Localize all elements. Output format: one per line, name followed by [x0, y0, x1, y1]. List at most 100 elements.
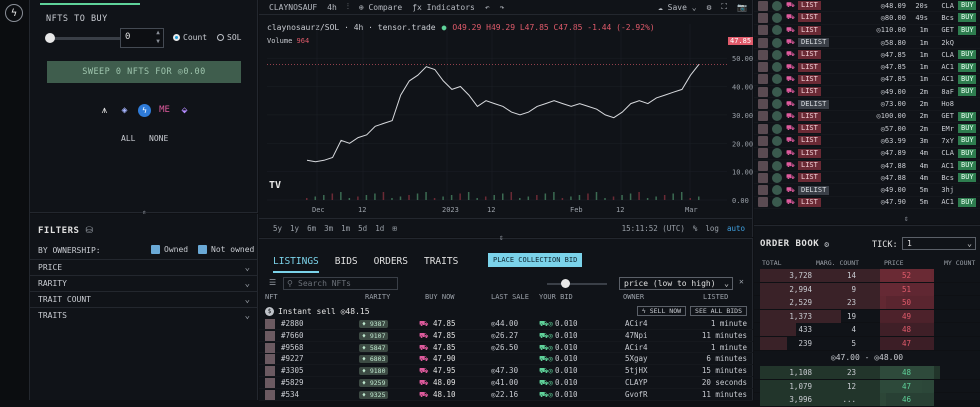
orderbook-ask-row[interactable]: 2,529 23 50: [754, 296, 980, 310]
mode-sol-radio[interactable]: SOL: [217, 33, 241, 42]
your-bid[interactable]: 0.010: [555, 319, 578, 328]
listing-row[interactable]: #9227 ♦ 6803 ⛟ 47.90 ⛟◎ 0.010 5Xgay 6 minutes: [259, 353, 753, 366]
buy-now-price[interactable]: 48.10: [433, 390, 456, 399]
feed-row[interactable]: ⛟ LIST ◎63.99 3m 7xY BUY: [754, 135, 980, 148]
orderbook-bid-row[interactable]: 1,108 23 48: [754, 366, 980, 380]
listing-row[interactable]: #9568 ♦ 5847 ⛟ 47.85 ◎26.50 ⛟◎ 0.010 ACir4 1 min…: [259, 342, 753, 354]
feed-row[interactable]: ⛟ LIST ◎47.85 1m AC1 BUY: [754, 61, 980, 74]
not-owned-checkbox[interactable]: Not owned: [198, 245, 254, 254]
orderbook-ask-row[interactable]: 239 5 47: [754, 336, 980, 351]
search-input[interactable]: ⚲ Search NFTs: [283, 277, 398, 290]
column-header-listed[interactable]: LISTED: [703, 293, 728, 301]
range-1y-button[interactable]: 1y: [290, 224, 299, 233]
sell-now-button[interactable]: ϟ SELL NOW: [636, 306, 687, 316]
buy-button[interactable]: BUY: [958, 1, 976, 11]
your-bid[interactable]: 0.010: [555, 378, 578, 387]
your-bid[interactable]: 0.010: [555, 390, 578, 399]
listing-row[interactable]: #534 ♦ 9325 ⛟ 48.10 ◎22.16 ⛟◎ 0.010 GvofR 11 min…: [259, 389, 753, 401]
owner[interactable]: 47Npi: [625, 331, 648, 340]
marketplace-magiceden-icon[interactable]: ◈: [118, 104, 131, 117]
marketplace-me-icon[interactable]: ME: [158, 104, 171, 117]
filter-rarity[interactable]: RARITY ⌄: [30, 275, 258, 291]
buy-now-price[interactable]: 47.90: [433, 354, 456, 363]
buy-button[interactable]: BUY: [958, 62, 976, 72]
feed-row[interactable]: ⛟ LIST ◎47.89 4m CLA BUY: [754, 148, 980, 160]
resize-handle[interactable]: ⇕: [499, 233, 504, 242]
filter-price[interactable]: PRICE ⌄: [30, 259, 258, 275]
orderbook-ask-row[interactable]: 3,728 14 52: [754, 269, 980, 283]
listing-row[interactable]: #3305 ♦ 9180 ⛟ 47.95 ◎47.30 ⛟◎ 0.010 5tjHX 15 mi…: [259, 365, 753, 377]
marketplace-hyperspace-icon[interactable]: ϟ: [138, 104, 151, 117]
buy-button[interactable]: BUY: [958, 136, 976, 146]
see-all-bids-button[interactable]: SEE ALL BIDS: [690, 306, 747, 316]
mode-count-radio[interactable]: Count: [173, 33, 207, 42]
column-header-owner[interactable]: OWNER: [623, 293, 644, 301]
orderbook-ask-row[interactable]: 433 4 48: [754, 323, 980, 337]
buy-now-price[interactable]: 47.85: [433, 343, 456, 352]
tab-orders[interactable]: ORDERS: [374, 256, 408, 273]
buy-button[interactable]: BUY: [958, 50, 976, 60]
buy-now-price[interactable]: 47.85: [433, 319, 456, 328]
buy-button[interactable]: BUY: [958, 161, 976, 170]
orderbook-ask-row[interactable]: 2,994 9 51: [754, 282, 980, 297]
marketplace-tensor-icon[interactable]: ⩚: [98, 104, 111, 117]
buy-button[interactable]: BUY: [958, 124, 976, 134]
buy-button[interactable]: BUY: [958, 74, 976, 84]
your-bid[interactable]: 0.010: [555, 343, 578, 352]
range-5d-button[interactable]: 5d: [358, 224, 367, 233]
auto-toggle[interactable]: auto: [727, 224, 745, 233]
tab-bids[interactable]: BIDS: [335, 256, 358, 273]
buy-button[interactable]: BUY: [958, 25, 976, 35]
select-all-button[interactable]: ALL: [121, 134, 135, 143]
range-6m-button[interactable]: 6m: [307, 224, 316, 233]
size-slider-thumb[interactable]: [561, 279, 570, 288]
range-1m-button[interactable]: 1m: [341, 224, 350, 233]
lightning-icon[interactable]: ϟ: [5, 4, 23, 22]
orderbook-bid-row[interactable]: 1,079 12 47: [754, 379, 980, 394]
buy-now-price[interactable]: 47.85: [433, 331, 456, 340]
marketplace-solanart-icon[interactable]: ⬙: [178, 104, 191, 117]
slider-thumb[interactable]: [45, 33, 55, 43]
feed-row[interactable]: ⛟ LIST ◎110.00 1m GET BUY: [754, 25, 980, 37]
resize-handle[interactable]: ⇕: [904, 214, 909, 223]
feed-row[interactable]: ⛟ LIST ◎57.00 2m EMr BUY: [754, 123, 980, 136]
range-1d-button[interactable]: 1d: [375, 224, 384, 233]
buy-button[interactable]: BUY: [958, 173, 976, 183]
your-bid[interactable]: 0.010: [555, 366, 578, 375]
buy-button[interactable]: BUY: [958, 148, 976, 158]
feed-row[interactable]: ⛟ LIST ◎47.88 4m AC1 BUY: [754, 160, 980, 173]
buy-now-price[interactable]: 47.95: [433, 366, 456, 375]
feed-row[interactable]: ⛟ LIST ◎47.90 5m AC1 BUY: [754, 197, 980, 210]
feed-row[interactable]: ⛟ LIST ◎49.00 2m 8aF BUY: [754, 86, 980, 99]
buy-button[interactable]: BUY: [958, 197, 976, 207]
feed-row[interactable]: ⛟ LIST ◎47.85 1m AC1 BUY: [754, 74, 980, 87]
column-header-last-sale[interactable]: LAST SALE: [491, 293, 529, 301]
owner[interactable]: 5tjHX: [625, 366, 648, 375]
owner[interactable]: GvofR: [625, 390, 648, 399]
column-header-your-bid[interactable]: YOUR BID: [539, 293, 573, 301]
feed-row[interactable]: ⛟ DELIST ◎49.00 5m 3hj: [754, 184, 980, 197]
feed-row[interactable]: ⛟ LIST ◎80.00 49s Bcs BUY: [754, 12, 980, 25]
price-chart[interactable]: 50.00 40.00 30.00 20.00 10.00 0.00 Dec 12 2023 1…: [259, 0, 753, 237]
tick-select[interactable]: 1 ⌄: [902, 237, 976, 250]
owner[interactable]: 5Xgay: [625, 354, 648, 363]
buy-button[interactable]: BUY: [958, 87, 976, 97]
filter-trait-count[interactable]: TRAIT COUNT ⌄: [30, 291, 258, 307]
owned-checkbox[interactable]: Owned: [151, 245, 188, 254]
your-bid[interactable]: 0.010: [555, 331, 578, 340]
your-bid[interactable]: 0.010: [555, 354, 578, 363]
owner[interactable]: ACir4: [625, 319, 648, 328]
feed-row[interactable]: ⛟ DELIST ◎58.80 1m 2kQ: [754, 37, 980, 50]
orderbook-settings-icon[interactable]: ⚙: [824, 240, 829, 249]
close-icon[interactable]: ✕: [739, 277, 744, 286]
tab-traits[interactable]: TRAITS: [424, 256, 458, 273]
listing-row[interactable]: #5829 ♦ 9259 ⛟ 48.09 ◎41.00 ⛟◎ 0.010 CLAYP 20 se…: [259, 377, 753, 389]
owner[interactable]: ACir4: [625, 343, 648, 352]
feed-row[interactable]: ⛟ DELIST ◎73.00 2m Ho8: [754, 98, 980, 111]
buy-button[interactable]: BUY: [958, 13, 976, 23]
place-bid-button[interactable]: PLACE COLLECTION BID: [488, 253, 583, 267]
log-toggle[interactable]: log: [705, 224, 719, 233]
buy-button[interactable]: BUY: [958, 111, 976, 121]
range-5y-button[interactable]: 5y: [273, 224, 282, 233]
buy-now-price[interactable]: 48.09: [433, 378, 456, 387]
